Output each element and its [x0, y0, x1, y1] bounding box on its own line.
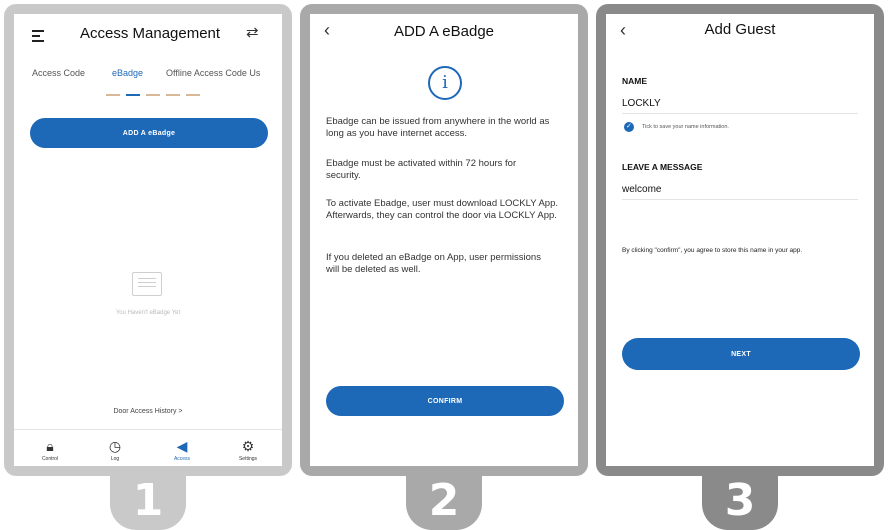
name-label: NAME: [622, 76, 648, 86]
info-icon: i: [428, 66, 462, 100]
tab-ebadge[interactable]: eBadge: [112, 68, 143, 78]
nav-item-settings[interactable]: ⚙ Settings: [228, 438, 268, 462]
nav-item-log[interactable]: ◷ Log: [95, 438, 135, 462]
screen-3: ‹ Add Guest NAME LOCKLY ✓ Tick to save y…: [606, 14, 874, 466]
save-name-checkbox[interactable]: ✓: [624, 122, 634, 132]
info-paragraph-1: Ebadge can be issued from anywhere in th…: [326, 116, 550, 139]
send-icon: ◀: [176, 438, 188, 454]
name-field[interactable]: LOCKLY: [622, 98, 661, 109]
nav-item-access[interactable]: ◀ Access: [162, 438, 202, 462]
lock-icon: 🔒︎: [46, 438, 54, 454]
empty-state-text: You Haven't eBadge Yet: [115, 310, 181, 316]
page-title: Access Management: [80, 25, 221, 42]
name-underline: [622, 113, 858, 114]
tab-offline-access-code[interactable]: Offline Access Code Us: [166, 68, 260, 78]
hamburger-icon[interactable]: [32, 30, 44, 42]
empty-state-icon: [132, 272, 162, 296]
gear-icon: ⚙: [241, 438, 255, 454]
info-paragraph-4: If you deleted an eBadge on App, user pe…: [326, 252, 541, 275]
message-label: LEAVE A MESSAGE: [622, 162, 703, 172]
swap-arrows-icon[interactable]: ⇄: [246, 23, 259, 41]
message-field[interactable]: welcome: [622, 184, 661, 195]
page-title: ADD A eBadge: [393, 23, 495, 40]
step-2-badge: 2: [406, 470, 482, 530]
door-access-history-link[interactable]: Door Access History >: [14, 408, 282, 415]
consent-text: By clicking "confirm", you agree to stor…: [622, 247, 803, 254]
add-ebadge-button[interactable]: ADD A eBadge: [30, 118, 268, 148]
step-3-badge: 3: [702, 470, 778, 530]
confirm-button[interactable]: CONFIRM: [326, 386, 564, 416]
nav-item-control[interactable]: 🔒︎ Control: [30, 438, 70, 462]
screen-1: Access Management ⇄ Access Code eBadge O…: [14, 14, 282, 466]
clock-icon: ◷: [108, 438, 122, 454]
step-1-badge: 1: [110, 470, 186, 530]
screen-2: ‹ ADD A eBadge i Ebadge can be issued fr…: [310, 14, 578, 466]
tab-indicator: [106, 94, 202, 96]
message-underline: [622, 199, 858, 200]
page-title: Add Guest: [704, 21, 776, 38]
save-name-hint: Tick to save your name information.: [642, 124, 729, 130]
info-paragraph-3: To activate Ebadge, user must download L…: [326, 198, 559, 221]
tab-access-code[interactable]: Access Code: [32, 68, 85, 78]
info-paragraph-2: Ebadge must be activated within 72 hours…: [326, 158, 517, 181]
next-button[interactable]: NEXT: [622, 338, 860, 370]
check-icon: ✓: [626, 123, 632, 130]
nav-divider: [14, 429, 282, 430]
